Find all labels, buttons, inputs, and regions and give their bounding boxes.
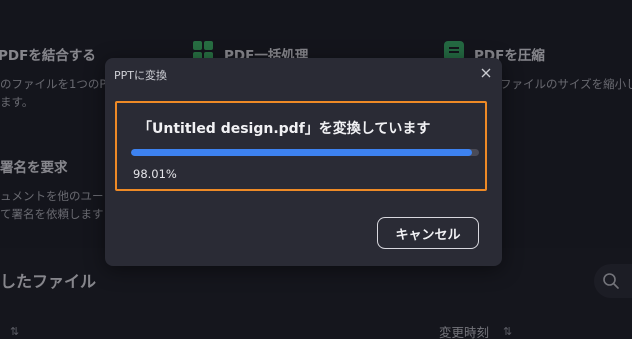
progress-bar	[131, 149, 479, 156]
progress-percent: 98.01%	[133, 167, 177, 181]
cancel-button[interactable]: キャンセル	[377, 217, 479, 249]
convert-dialog: PPTに変換 「Untitled design.pdf」を変換しています 98.…	[105, 58, 502, 266]
dialog-title: PPTに変換	[114, 69, 167, 82]
close-button[interactable]	[478, 65, 494, 81]
progress-panel: 「Untitled design.pdf」を変換しています 98.01%	[115, 101, 487, 191]
close-icon	[481, 68, 491, 78]
convert-message: 「Untitled design.pdf」を変換しています	[138, 121, 431, 137]
progress-bar-fill	[131, 149, 473, 156]
